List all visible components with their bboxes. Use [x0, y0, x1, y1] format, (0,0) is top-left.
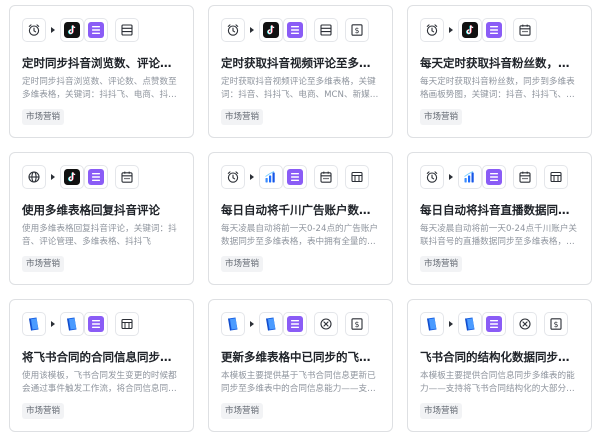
svg-text:$: $: [355, 26, 360, 35]
category-tag: 市场营销: [420, 256, 463, 272]
card-description: 每天凌晨自动将前一天0-24点的广告账户数据同步至多维表格，表中拥有全量的广告.…: [221, 224, 379, 247]
table-icon: [345, 165, 369, 189]
template-grid: 定时同步抖音浏览数、评论数、点... 定时同步抖音浏览数、评论数、点赞数至多维表格…: [0, 0, 600, 437]
card-title: 每日自动将抖音直播数据同步至多...: [420, 203, 579, 217]
category-tag: 市场营销: [221, 403, 264, 419]
workflow-icons: [22, 165, 181, 189]
template-card[interactable]: $ 更新多维表格中已同步的飞书合同... 本模板主要提供基于飞书合同信息更新已同步至…: [208, 299, 393, 432]
workflow-icons: $: [221, 312, 380, 336]
table-icon: [115, 312, 139, 336]
contract-icon: [60, 312, 84, 336]
bitable-icon: [283, 312, 307, 336]
table-icon: [544, 165, 568, 189]
card-description: 使用该模板，飞书合同发生变更的时候都会通过事件触发工作流，将合同信息同步到...: [22, 371, 177, 394]
dollar-doc-icon: $: [345, 18, 369, 42]
card-description: 本模板主要提供基于飞书合同信息更新已同步至多维表中的合同信息能力——支持将...: [221, 371, 376, 394]
qianchuan-icon: [259, 165, 283, 189]
calendar-icon: [314, 165, 338, 189]
bitable-icon: [84, 165, 108, 189]
category-tag: 市场营销: [22, 403, 65, 419]
workflow-icons: $: [221, 18, 380, 42]
workflow-icons: [22, 312, 181, 336]
bitable-icon: [482, 18, 506, 42]
template-card[interactable]: 将飞书合同的合同信息同步到多维... 使用该模板，飞书合同发生变更的时候都会通过事…: [9, 299, 194, 432]
calendar-icon: [513, 18, 537, 42]
tiktok-icon: [60, 165, 84, 189]
card-title: 定时获取抖音视频评论至多维表格: [221, 56, 380, 70]
close-circle-icon: [314, 312, 338, 336]
card-description: 本模板主要提供合同信息同步多维表的能力——支持将飞书合同结构化的大部分标准...: [420, 371, 575, 394]
bitable-icon: [84, 312, 108, 336]
alarm-clock-icon: [420, 165, 444, 189]
card-description: 定时获取抖音视频评论至多维表格，关键词：抖音、抖抖飞、电商、MCN、新媒体...: [221, 77, 376, 100]
contract-icon: [259, 312, 283, 336]
template-card[interactable]: 使用多维表格回复抖音评论使用多维表格回复抖音评论，关键词：抖音、评论管理、多维表…: [9, 152, 194, 285]
card-title: 每天定时获取抖音粉丝数，同步到...: [420, 56, 579, 70]
alarm-clock-icon: [221, 18, 245, 42]
workflow-icons: [420, 18, 579, 42]
card-description: 每天定时获取抖音粉丝数，同步到多维表格画板势图，关键词：抖音、抖抖飞、电商、..…: [420, 77, 575, 100]
card-title: 使用多维表格回复抖音评论: [22, 203, 160, 217]
bitable-icon: [283, 18, 307, 42]
template-card[interactable]: 每天定时获取抖音粉丝数，同步到... 每天定时获取抖音粉丝数，同步到多维表格画板势…: [407, 5, 592, 138]
arrow-right-icon: [449, 321, 453, 327]
alarm-clock-icon: [420, 18, 444, 42]
contract-icon: [22, 312, 46, 336]
template-card[interactable]: 每日自动将抖音直播数据同步至多... 每天凌晨自动将前一天0-24点千川账户关联抖…: [407, 152, 592, 285]
close-circle-icon: [513, 312, 537, 336]
card-title: 将飞书合同的合同信息同步到多维...: [22, 350, 181, 364]
alarm-clock-icon: [22, 18, 46, 42]
template-card[interactable]: 每日自动将千川广告账户数据同步... 每天凌晨自动将前一天0-24点的广告账户数据…: [208, 152, 393, 285]
arrow-right-icon: [250, 27, 254, 33]
arrow-right-icon: [250, 174, 254, 180]
arrow-right-icon: [51, 321, 55, 327]
svg-text:$: $: [554, 320, 559, 329]
card-title: 定时同步抖音浏览数、评论数、点...: [22, 56, 181, 70]
contract-icon: [420, 312, 444, 336]
tiktok-icon: [60, 18, 84, 42]
arrow-right-icon: [51, 174, 55, 180]
calendar-icon: [513, 165, 537, 189]
contract-icon: [221, 312, 245, 336]
bitable-icon: [482, 165, 506, 189]
svg-text:$: $: [355, 320, 360, 329]
tiktok-icon: [458, 18, 482, 42]
tiktok-icon: [259, 18, 283, 42]
template-card[interactable]: $ 飞书合同的结构化数据同步到多维... 本模板主要提供合同信息同步多维表的能力——…: [407, 299, 592, 432]
card-description: 使用多维表格回复抖音评论，关键词：抖音、评论管理、多维表格、抖抖飞: [22, 224, 177, 247]
card-title: 更新多维表格中已同步的飞书合同...: [221, 350, 380, 364]
contract-icon: [458, 312, 482, 336]
arrow-right-icon: [51, 27, 55, 33]
workflow-icons: [420, 165, 579, 189]
bitable-icon: [482, 312, 506, 336]
qianchuan-icon: [458, 165, 482, 189]
category-tag: 市场营销: [22, 256, 65, 272]
category-tag: 市场营销: [221, 109, 264, 125]
globe-icon: [22, 165, 46, 189]
list-icon: [115, 18, 139, 42]
workflow-icons: $: [420, 312, 579, 336]
list-icon: [314, 18, 338, 42]
arrow-right-icon: [250, 321, 254, 327]
card-title: 飞书合同的结构化数据同步到多维...: [420, 350, 579, 364]
category-tag: 市场营销: [420, 403, 463, 419]
card-title: 每日自动将千川广告账户数据同步...: [221, 203, 380, 217]
dollar-doc-icon: $: [345, 312, 369, 336]
calendar-icon: [115, 165, 139, 189]
category-tag: 市场营销: [420, 109, 463, 125]
bitable-icon: [84, 18, 108, 42]
workflow-icons: [221, 165, 380, 189]
template-card[interactable]: 定时同步抖音浏览数、评论数、点... 定时同步抖音浏览数、评论数、点赞数至多维表格…: [9, 5, 194, 138]
workflow-icons: [22, 18, 181, 42]
arrow-right-icon: [449, 27, 453, 33]
alarm-clock-icon: [221, 165, 245, 189]
dollar-doc-icon: $: [544, 312, 568, 336]
template-card[interactable]: $ 定时获取抖音视频评论至多维表格定时获取抖音视频评论至多维表格，关键词：抖音、抖…: [208, 5, 393, 138]
arrow-right-icon: [449, 174, 453, 180]
category-tag: 市场营销: [221, 256, 264, 272]
card-description: 定时同步抖音浏览数、评论数、点赞数至多维表格，关键词：抖抖飞、电商、抖音、...: [22, 77, 177, 100]
bitable-icon: [283, 165, 307, 189]
card-description: 每天凌晨自动将前一天0-24点千川账户关联抖音号的直播数据同步至多维表格，每一.…: [420, 224, 578, 247]
category-tag: 市场营销: [22, 109, 65, 125]
